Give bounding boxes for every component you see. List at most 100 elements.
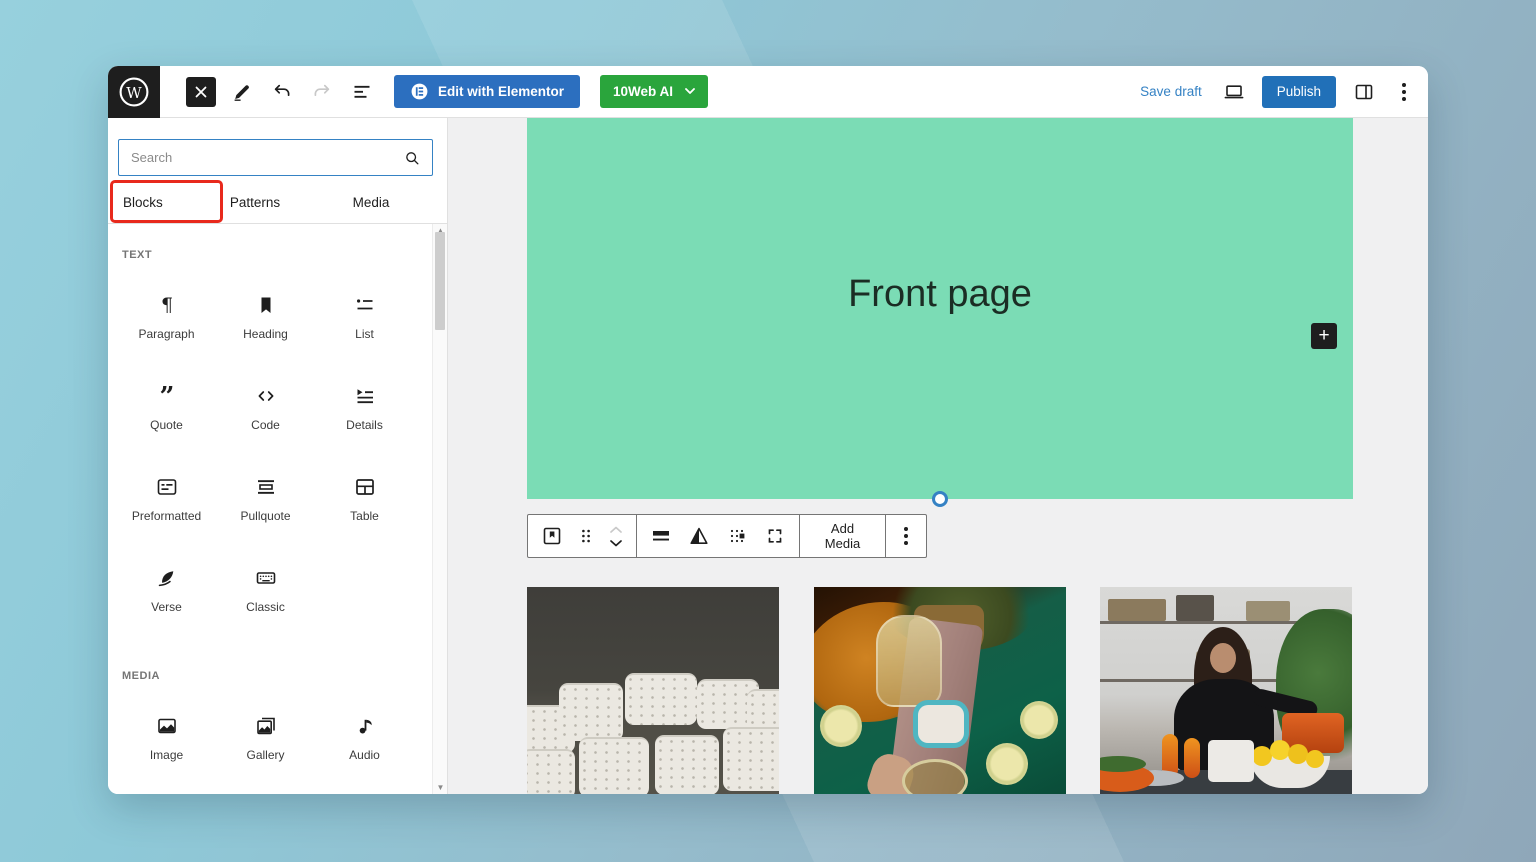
pencil-icon	[234, 84, 249, 101]
list-view-button[interactable]	[344, 74, 380, 110]
tenweb-ai-label: 10Web AI	[613, 84, 674, 99]
photo-shape	[876, 615, 942, 707]
block-item-image[interactable]: Image	[117, 710, 216, 774]
photo-shape	[1208, 740, 1254, 782]
scrollbar-track[interactable]: ▲ ▼	[432, 224, 447, 794]
undo-icon	[274, 84, 290, 96]
gallery-icon	[254, 710, 278, 742]
photo-shape	[559, 683, 623, 741]
block-item-audio[interactable]: Audio	[315, 710, 414, 774]
scrollbar-down-arrow[interactable]: ▼	[433, 783, 447, 792]
elementor-icon	[411, 83, 428, 100]
duotone-filter-button[interactable]	[680, 517, 718, 555]
redo-button[interactable]	[304, 74, 340, 110]
photo-shape	[1210, 643, 1236, 673]
block-inserter-plus-button[interactable]: +	[1311, 323, 1337, 349]
photo-shape	[1246, 601, 1290, 621]
gallery-image-drinks-table[interactable]	[814, 587, 1066, 794]
chevron-up-icon	[610, 526, 622, 533]
photo-shape	[986, 743, 1028, 785]
publish-button[interactable]: Publish	[1261, 75, 1336, 108]
preview-button[interactable]	[1216, 74, 1252, 110]
block-item-verse[interactable]: Verse	[117, 562, 216, 626]
tab-blocks[interactable]: Blocks	[123, 180, 163, 224]
block-item-heading[interactable]: Heading	[216, 289, 315, 353]
list-icon	[353, 289, 377, 321]
photo-shape	[918, 705, 964, 743]
photo-shape	[1252, 746, 1272, 766]
move-down-button[interactable]	[608, 536, 624, 549]
toolbar-options-button[interactable]	[891, 517, 921, 555]
block-item-table[interactable]: Table	[315, 471, 414, 535]
block-item-quote[interactable]: ” Quote	[117, 380, 216, 444]
block-inserter-panel: Blocks Patterns Media TEXT ¶ Paragraph	[108, 118, 448, 794]
wordpress-logo[interactable]: W	[108, 66, 160, 118]
block-item-pullquote[interactable]: Pullquote	[216, 471, 315, 535]
photo-shape	[1184, 738, 1200, 778]
block-item-list[interactable]: List	[315, 289, 414, 353]
search-icon	[402, 148, 422, 168]
edit-with-elementor-button[interactable]: Edit with Elementor	[394, 75, 581, 108]
settings-panel-icon	[1355, 84, 1373, 99]
content-position-icon	[730, 529, 745, 543]
block-item-paragraph[interactable]: ¶ Paragraph	[117, 289, 216, 353]
block-item-details[interactable]: Details	[315, 380, 414, 444]
photo-shape	[1288, 744, 1308, 764]
svg-text:”: ”	[159, 384, 174, 408]
undo-button[interactable]	[264, 74, 300, 110]
scrollbar-thumb[interactable]	[435, 232, 445, 330]
search-box	[118, 139, 433, 176]
options-menu-button[interactable]	[1386, 74, 1422, 110]
block-item-classic[interactable]: Classic	[216, 562, 315, 626]
chevron-down-icon	[685, 88, 695, 94]
tab-patterns[interactable]: Patterns	[212, 180, 298, 224]
close-inserter-button[interactable]	[186, 76, 216, 107]
cover-title[interactable]: Front page	[848, 273, 1032, 316]
drag-handle-button[interactable]	[571, 517, 601, 555]
photo-shape	[820, 705, 862, 747]
toolbar-group-media: Add Media	[800, 515, 886, 557]
settings-panel-toggle[interactable]	[1346, 74, 1382, 110]
add-media-button[interactable]: Add Media	[805, 521, 880, 551]
block-toolbar: Add Media	[527, 514, 927, 558]
drag-handle-icon	[582, 529, 590, 543]
image-icon	[155, 710, 179, 742]
cover-block[interactable]: Front page	[527, 118, 1353, 499]
gallery-image-kitchen[interactable]	[1100, 587, 1352, 794]
quote-icon: ”	[155, 380, 179, 412]
block-item-preformatted[interactable]: Preformatted	[117, 471, 216, 535]
block-item-gallery[interactable]: Gallery	[216, 710, 315, 774]
audio-icon	[353, 710, 377, 742]
svg-text:W: W	[126, 84, 142, 102]
save-draft-link[interactable]: Save draft	[1140, 84, 1202, 99]
table-icon	[353, 471, 377, 503]
duotone-filter-icon	[690, 527, 708, 544]
move-up-button[interactable]	[608, 523, 624, 536]
tab-media[interactable]: Media	[336, 180, 406, 224]
tools-button[interactable]	[224, 74, 260, 110]
search-input[interactable]	[119, 150, 402, 165]
close-icon	[195, 86, 207, 97]
photo-shape	[1306, 750, 1324, 768]
photo-shape	[1176, 595, 1214, 621]
section-title-media: MEDIA	[122, 670, 160, 682]
photo-shape	[1108, 599, 1166, 621]
transform-cover-button[interactable]	[533, 517, 571, 555]
content-position-button[interactable]	[718, 517, 756, 555]
wordpress-editor-window: W Edit with Elementor 10Web AI Save draf…	[108, 66, 1428, 794]
gallery-image-mugs[interactable]	[527, 587, 779, 794]
kebab-menu-icon	[1402, 82, 1406, 101]
block-item-code[interactable]: Code	[216, 380, 315, 444]
inserter-tabs: Blocks Patterns Media	[108, 180, 447, 224]
align-icon	[653, 531, 669, 541]
code-icon	[254, 380, 278, 412]
details-icon	[353, 380, 377, 412]
align-button[interactable]	[642, 517, 680, 555]
tenweb-ai-button[interactable]: 10Web AI	[600, 75, 709, 108]
cover-resize-handle[interactable]	[932, 491, 948, 507]
full-height-toggle-button[interactable]	[756, 517, 794, 555]
photo-shape	[1270, 740, 1290, 760]
text-blocks-grid: ¶ Paragraph Heading List ” Quote Code De…	[117, 289, 414, 626]
heading-icon	[254, 289, 278, 321]
photo-shape	[527, 749, 575, 794]
